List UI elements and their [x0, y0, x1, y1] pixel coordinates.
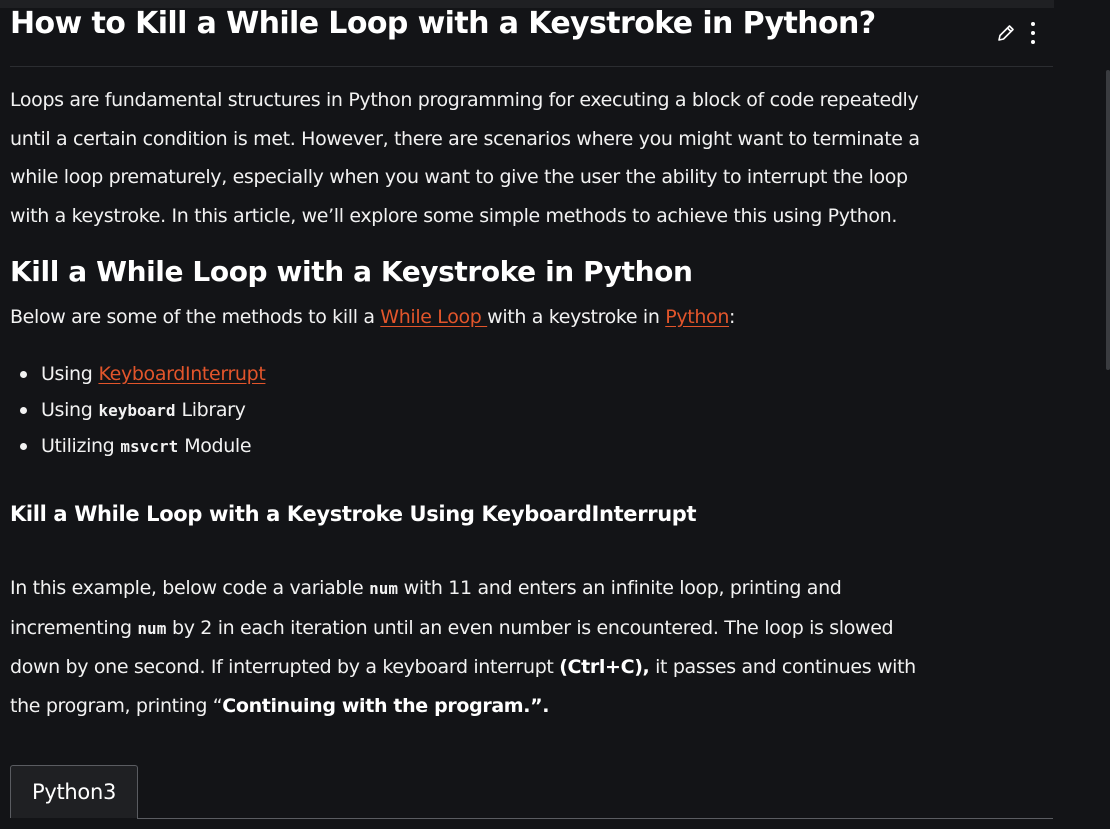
intro-line: Loops are fundamental structures in Pyth… [10, 89, 919, 111]
inline-code: msvcrt [120, 436, 179, 456]
bullet-icon [20, 442, 27, 450]
example-line: the program, printing “Continuing with t… [10, 687, 916, 726]
intro-line: while loop prematurely, especially when … [10, 166, 908, 188]
list-item: Utilizing msvcrt Module [10, 428, 265, 464]
list-item-prefix: Utilizing [41, 435, 115, 457]
example-paragraph: In this example, below code a variable n… [10, 569, 916, 725]
code-tabs: Python3 [10, 765, 1053, 829]
python-link[interactable]: Python [665, 306, 729, 328]
title-divider [10, 66, 1053, 67]
methods-intro-text: with a keystroke in [487, 306, 666, 328]
subheading: Kill a While Loop with a Keystroke Using… [10, 502, 697, 526]
methods-intro-text: Below are some of the methods to kill a [10, 306, 381, 328]
methods-list: Using KeyboardInterrupt Using keyboard L… [10, 356, 266, 464]
bullet-icon [20, 406, 27, 414]
intro-paragraph: Loops are fundamental structures in Pyth… [10, 81, 920, 235]
scrollbar-thumb[interactable] [1106, 70, 1110, 370]
list-item-prefix: Using [41, 399, 93, 421]
example-text: it passes and continues with [649, 656, 916, 678]
example-text: by 2 in each iteration until an even num… [166, 616, 894, 639]
article: How to Kill a While Loop with a Keystrok… [0, 0, 1054, 829]
example-line: incrementing num by 2 in each iteration … [10, 609, 916, 649]
inline-code: num [137, 618, 167, 638]
example-bold: (Ctrl+C), [559, 656, 650, 678]
more-vertical-icon[interactable] [1030, 20, 1036, 46]
list-item: Using keyboard Library [10, 392, 265, 428]
example-text: incrementing [10, 616, 138, 639]
while-loop-link[interactable]: While Loop [380, 306, 487, 328]
intro-line: with a keystroke. In this article, we’ll… [10, 204, 898, 227]
list-item-suffix: Library [181, 399, 246, 421]
inline-code: num [369, 579, 398, 598]
example-bold: Continuing with the program.”. [222, 694, 550, 717]
article-title: How to Kill a While Loop with a Keystrok… [10, 6, 876, 41]
code-block-border [137, 818, 1053, 819]
example-text: with 11 and enters an infinite loop, pri… [397, 577, 842, 599]
list-item-prefix: Using [41, 363, 93, 385]
list-item: Using KeyboardInterrupt [10, 356, 266, 392]
example-line: down by one second. If interrupted by a … [10, 648, 916, 687]
intro-line: until a certain condition is met. Howeve… [10, 127, 920, 150]
example-line: In this example, below code a variable n… [10, 569, 916, 609]
bullet-icon [20, 370, 27, 378]
pencil-icon[interactable] [996, 23, 1016, 43]
list-item-suffix: Module [184, 435, 252, 457]
scrollbar[interactable] [1054, 0, 1110, 829]
inline-code: keyboard [98, 400, 176, 420]
section-heading: Kill a While Loop with a Keystroke in Py… [10, 255, 693, 288]
example-text: down by one second. If interrupted by a … [10, 656, 560, 678]
tab-python3[interactable]: Python3 [10, 765, 138, 818]
keyboardinterrupt-link[interactable]: KeyboardInterrupt [98, 363, 265, 385]
example-text: In this example, below code a variable [10, 577, 370, 599]
article-actions [996, 20, 1036, 46]
methods-intro: Below are some of the methods to kill a … [10, 306, 735, 328]
example-text: the program, printing “ [10, 694, 223, 717]
methods-intro-text: : [729, 306, 736, 328]
